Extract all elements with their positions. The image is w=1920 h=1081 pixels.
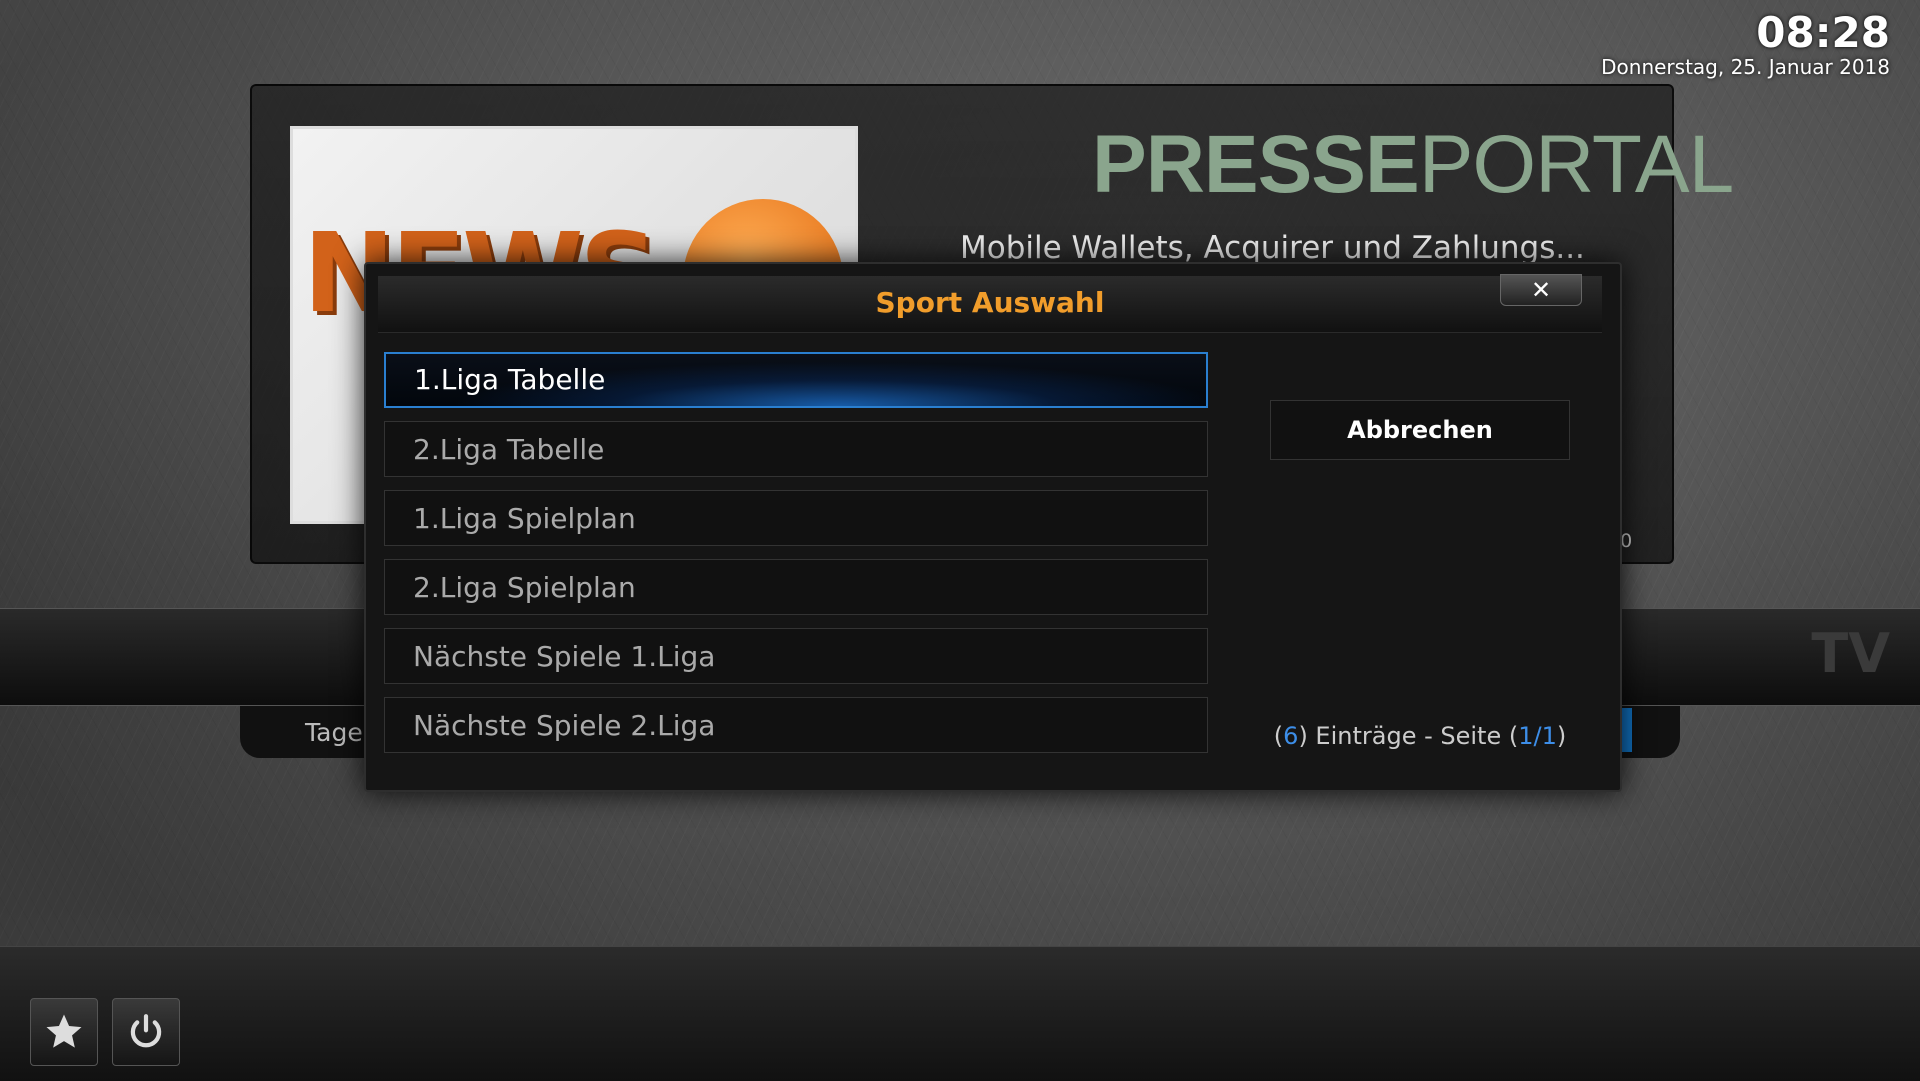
sport-option-list: 1.Liga Tabelle 2.Liga Tabelle 1.Liga Spi…	[384, 352, 1208, 766]
clock-date: Donnerstag, 25. Januar 2018	[1601, 55, 1890, 79]
favourites-button[interactable]	[30, 998, 98, 1066]
clock: 08:28 Donnerstag, 25. Januar 2018	[1601, 8, 1890, 79]
close-icon: ✕	[1530, 276, 1552, 304]
dialog-title: Sport Auswahl	[875, 286, 1105, 319]
list-item[interactable]: 1.Liga Tabelle	[384, 352, 1208, 408]
headline-text: Mobile Wallets, Acquirer und Zahlungs...	[960, 230, 1585, 266]
brand-logo-light: PORTAL	[1418, 119, 1735, 210]
power-button[interactable]	[112, 998, 180, 1066]
cancel-button[interactable]: Abbrechen	[1270, 400, 1570, 460]
page-info-close: )	[1556, 722, 1567, 750]
page-info-mid: ) Einträge - Seite (	[1298, 722, 1519, 750]
list-item[interactable]: 2.Liga Tabelle	[384, 421, 1208, 477]
page-info: (6) Einträge - Seite (1/1)	[1270, 722, 1570, 750]
entry-count: 6	[1283, 722, 1299, 750]
list-item[interactable]: Nächste Spiele 1.Liga	[384, 628, 1208, 684]
bottom-bar	[0, 946, 1920, 1081]
page-info-open: (	[1273, 722, 1284, 750]
page-number: 1/1	[1518, 722, 1557, 750]
list-item[interactable]: 1.Liga Spielplan	[384, 490, 1208, 546]
clock-time: 08:28	[1756, 8, 1890, 57]
brand-logo-bold: PRESSE	[1092, 119, 1420, 210]
menu-item-tv[interactable]: TV	[1811, 622, 1890, 685]
list-item[interactable]: 2.Liga Spielplan	[384, 559, 1208, 615]
power-icon	[130, 1014, 162, 1048]
star-icon	[46, 1014, 82, 1048]
brand-logo: PRESSEPORTAL	[1092, 118, 1735, 212]
close-button[interactable]: ✕	[1500, 274, 1582, 306]
list-item[interactable]: Nächste Spiele 2.Liga	[384, 697, 1208, 753]
